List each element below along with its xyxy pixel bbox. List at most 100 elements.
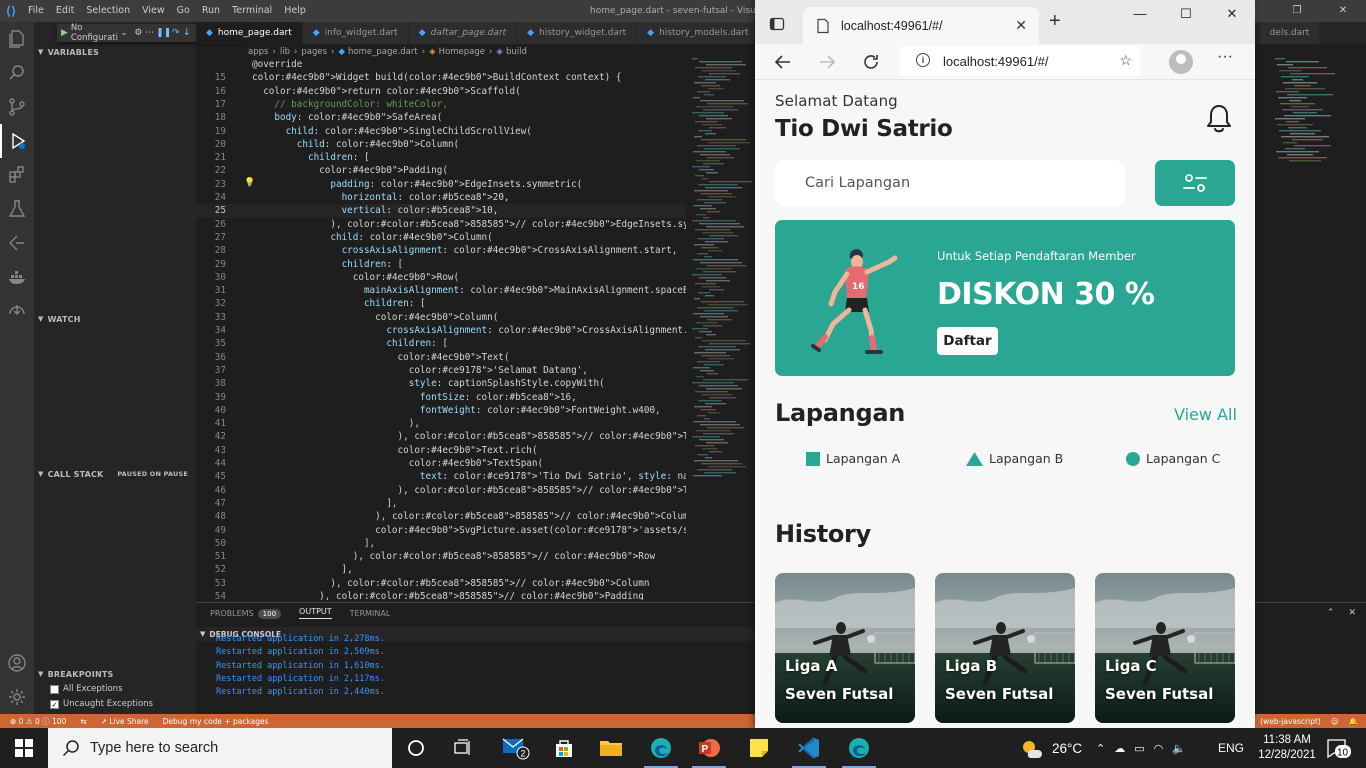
tab-problems[interactable]: PROBLEMS 100 [210,608,282,619]
taskbar-clock[interactable]: 11:38 AM 12/28/2021 [1252,733,1322,763]
code-text[interactable]: fontWeight: color:#4ec9b0">FontWeight.w4… [252,404,661,417]
docker-icon[interactable] [0,260,34,294]
code-text[interactable]: // backgroundColor: whiteColor, [252,98,448,111]
history-card[interactable]: Liga A Seven Futsal [775,573,915,723]
run-debug-icon[interactable] [0,124,34,158]
line-number[interactable]: 43 [196,444,226,457]
code-line[interactable]: 17 // backgroundColor: whiteColor, [196,98,686,111]
code-text[interactable]: ), color:#color:#b5cea8">858585">// colo… [252,577,649,590]
code-text[interactable]: children: [ [252,258,404,271]
notification-bell-icon[interactable] [1205,102,1233,136]
line-number[interactable]: 16 [196,85,226,98]
line-number[interactable]: 42 [196,430,226,443]
store-icon[interactable] [541,728,587,768]
call-stack-section[interactable]: ▼ CALL STACK PAUSED ON PAUSE [34,464,196,484]
line-number[interactable]: 18 [196,111,226,124]
line-number[interactable]: 34 [196,324,226,337]
powerpoint-icon[interactable]: P [686,728,732,768]
debug-more-icon[interactable]: ⋯ [145,28,154,38]
code-line[interactable]: 24 horizontal: color:#b5cea8">20, [196,191,686,204]
line-number[interactable]: 17 [196,98,226,111]
live-share-status[interactable]: ↗ Live Share [101,717,149,726]
source-control-icon[interactable] [0,90,34,124]
line-number[interactable]: 31 [196,284,226,297]
line-number[interactable]: 36 [196,351,226,364]
breadcrumb-item[interactable]: apps [248,47,268,57]
line-number[interactable]: 46 [196,484,226,497]
code-line[interactable]: 30 color:#4ec9b0">Row( [196,271,686,284]
testing-icon[interactable] [0,192,34,226]
breadcrumb-item[interactable]: lib [280,47,290,57]
tab-info-widget[interactable]: ◆ info_widget.dart [302,22,409,44]
bell-status-icon[interactable]: 🔔 [1349,717,1358,726]
address-bar[interactable]: i localhost:49961/#/ ☆ [900,46,1140,76]
code-text[interactable]: body: color:#4ec9b0">SafeArea( [252,111,442,124]
code-line[interactable]: 43 color:#4ec9b0">Text.rich( [196,444,686,457]
code-text[interactable]: color:#4ec9b0">TextSpan( [252,457,543,470]
menu-edit[interactable]: Edit [50,0,80,22]
code-text[interactable]: @override [252,58,302,71]
code-line[interactable]: 19 child: color:#4ec9b0">SingleChildScro… [196,125,686,138]
line-number[interactable]: 39 [196,391,226,404]
line-number[interactable]: 30 [196,271,226,284]
code-line[interactable]: 26 ), color:#color:#b5cea8">858585">// c… [196,218,686,231]
code-text[interactable]: children: [ [252,151,370,164]
code-line[interactable]: 35 children: [ [196,337,686,350]
code-line[interactable]: 41 ), [196,417,686,430]
line-number[interactable]: 24 [196,191,226,204]
line-number[interactable]: 47 [196,497,226,510]
line-number[interactable]: 48 [196,510,226,523]
line-number[interactable]: 29 [196,258,226,271]
code-editor[interactable]: @override 15 color:#4ec9b0">Widget build(c… [196,58,686,600]
line-number[interactable]: 32 [196,297,226,310]
tab-models[interactable]: dels.dart [1259,22,1321,44]
site-info-icon[interactable]: i [916,53,930,67]
code-text[interactable]: ], [252,537,375,550]
step-over-icon[interactable]: ↷ [171,28,180,38]
code-line[interactable]: 33 color:#4ec9b0">Column( [196,311,686,324]
code-text[interactable]: color:#4ec9b0">return color:#4ec9b0">Sca… [252,85,521,98]
legend-lapangan-a[interactable]: Lapangan A [806,451,900,466]
code-line[interactable]: 29 children: [ [196,258,686,271]
code-text[interactable]: color:#4ec9b0">Padding( [252,164,448,177]
new-tab-icon[interactable]: + [1049,10,1061,33]
volume-icon[interactable]: 🔈 [1172,742,1186,755]
start-debug-icon[interactable]: ▶ [61,28,68,38]
extensions-icon[interactable] [0,158,34,192]
forward-icon[interactable] [817,52,837,72]
file-explorer-icon[interactable] [588,728,634,768]
code-line[interactable]: 42 ), color:#color:#b5cea8">858585">// c… [196,430,686,443]
sticky-notes-icon[interactable] [736,728,782,768]
maximize-panel-icon[interactable]: ⌃ [1327,608,1335,618]
settings-gear-icon[interactable] [0,680,34,714]
code-text[interactable]: child: color:#4ec9b0">Column( [252,138,459,151]
weather-widget[interactable]: 26°C [1020,728,1082,768]
legend-lapangan-b[interactable]: Lapangan B [966,451,1063,466]
history-card[interactable]: Liga B Seven Futsal [935,573,1075,723]
explorer-icon[interactable] [0,22,34,56]
code-text[interactable]: text: color:#ce9178">'Tio Dwi Satrio', s… [252,470,686,483]
code-line[interactable]: 49 color:#4ec9b0">SvgPicture.asset(color… [196,524,686,537]
line-number[interactable]: 27 [196,231,226,244]
code-text[interactable]: crossAxisAlignment: color:#4ec9b0">Cross… [252,244,678,257]
variables-section[interactable]: ▼ VARIABLES [34,42,196,62]
legend-lapangan-c[interactable]: Lapangan C [1126,451,1220,466]
code-line[interactable]: 40 fontWeight: color:#4ec9b0">FontWeight… [196,404,686,417]
code-line[interactable]: 22 color:#4ec9b0">Padding( [196,164,686,177]
daftar-button[interactable]: Daftar [937,327,998,355]
code-line[interactable]: 51 ), color:#color:#b5cea8">858585">// c… [196,550,686,563]
code-line[interactable]: @override [196,58,686,71]
more-menu-icon[interactable]: ··· [1217,48,1233,66]
code-text[interactable]: color:#4ec9b0">Text.rich( [252,444,538,457]
breadcrumb-item[interactable]: Homepage [439,47,485,57]
pause-icon[interactable]: ❚❚ [156,28,171,38]
bp-all-exceptions[interactable]: All Exceptions [50,684,123,694]
debug-mode-status[interactable]: Debug my code + packages [163,717,269,726]
minimize-icon[interactable]: — [1117,6,1163,22]
line-number[interactable]: 22 [196,164,226,177]
code-text[interactable]: color:#ce9178">'Selamat Datang', [252,364,588,377]
line-number[interactable]: 37 [196,364,226,377]
line-number[interactable]: 25 [196,204,226,217]
browser-tab[interactable]: localhost:49961/#/ ✕ [803,7,1039,44]
problems-status[interactable]: ⊗ 0 ⚠ 0 ⓘ 100 [10,716,66,727]
